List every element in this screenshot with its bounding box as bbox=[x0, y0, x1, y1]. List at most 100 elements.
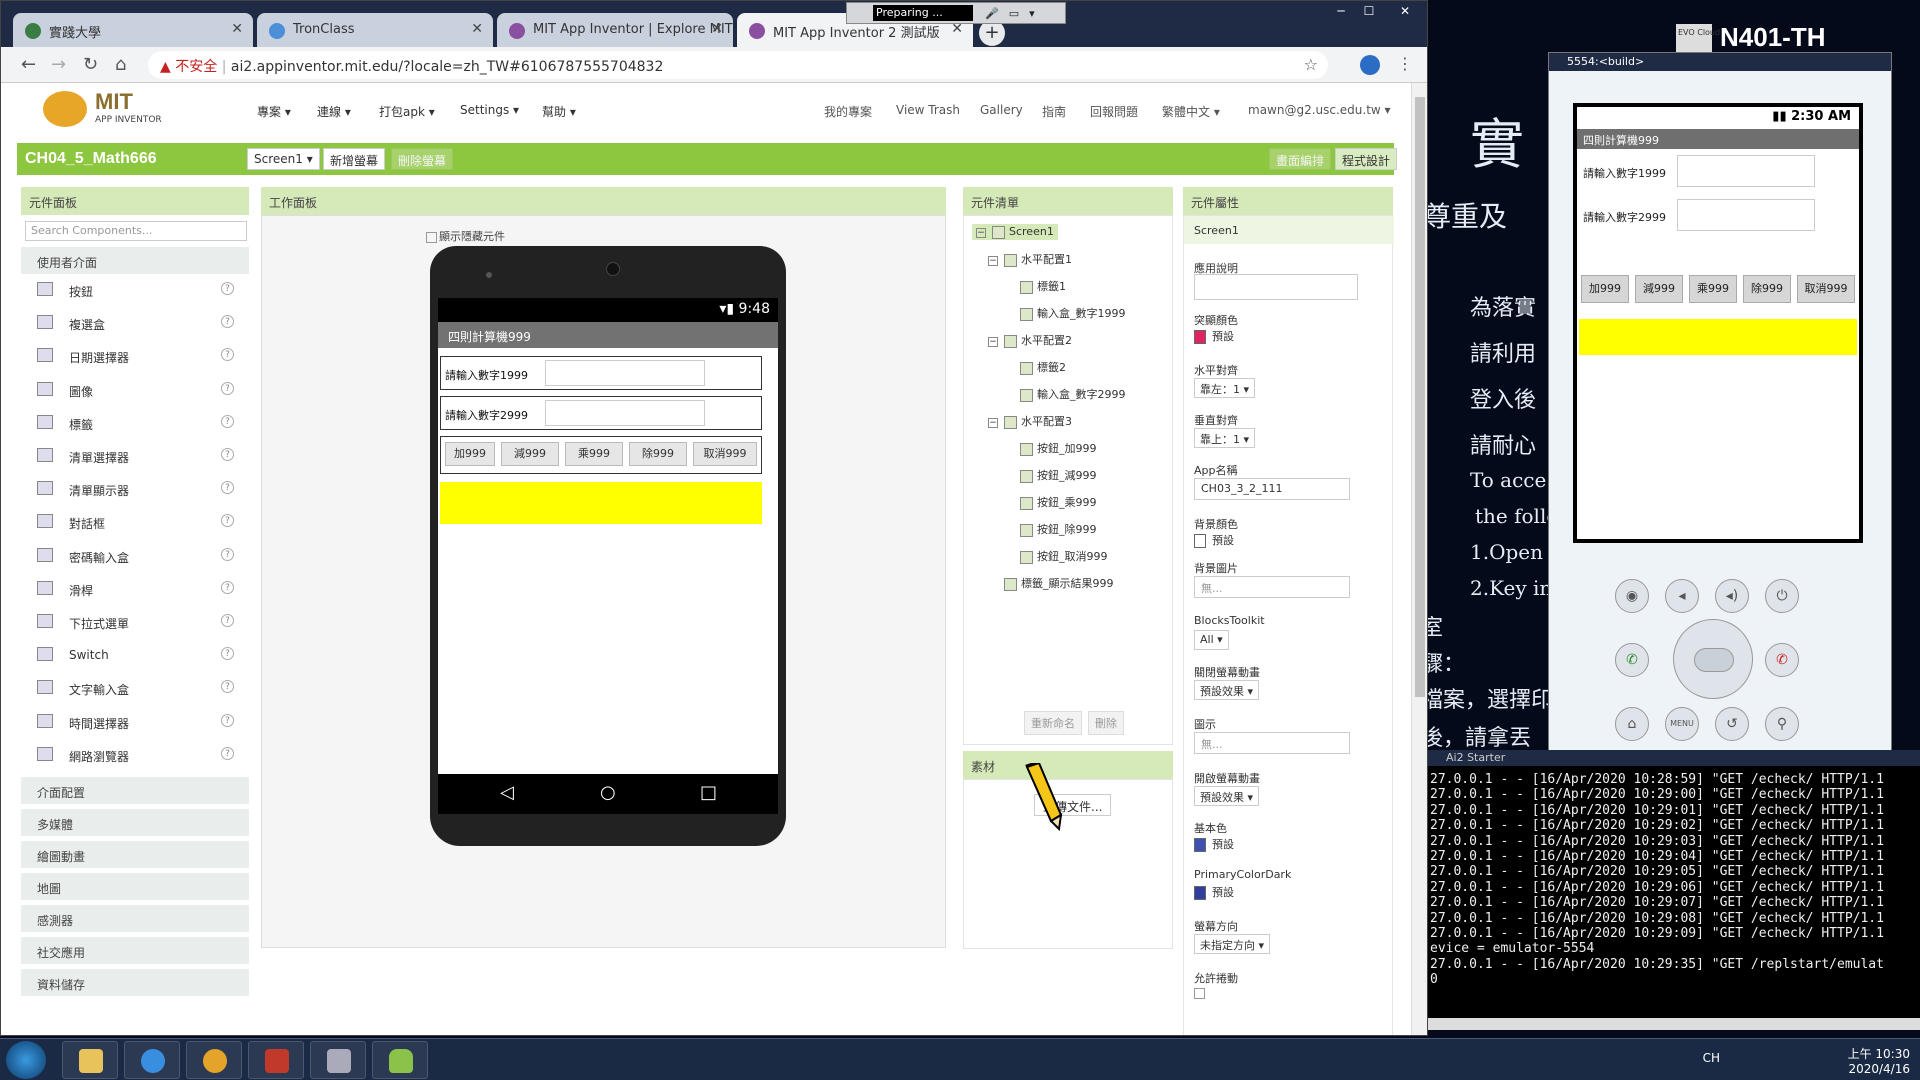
tree-node[interactable]: − Screen1 bbox=[972, 224, 1058, 240]
emulator-textbox-2[interactable] bbox=[1677, 199, 1815, 231]
tree-node[interactable]: 輸入盒_數字1999 bbox=[1020, 305, 1126, 321]
help-icon[interactable]: ? bbox=[221, 614, 234, 627]
emulator-screen[interactable]: ▮▮ 2:30 AM 四則計算機999 請輸入數字1999 請輸入數字2999 … bbox=[1573, 103, 1863, 543]
clock-date[interactable]: 2020/4/16 bbox=[1848, 1062, 1910, 1076]
palette-item[interactable]: 網路瀏覽器? bbox=[21, 742, 249, 769]
orientation-select[interactable]: 未指定方向 ▾ bbox=[1194, 934, 1271, 954]
tree-node[interactable]: − 水平配置3 bbox=[988, 413, 1072, 429]
designer-button[interactable]: 畫面編排 bbox=[1269, 148, 1332, 170]
palette-category[interactable]: 地圖 bbox=[21, 873, 249, 901]
camera-icon[interactable]: ▭ bbox=[1009, 7, 1019, 20]
button-divide[interactable]: 除999 bbox=[629, 442, 687, 466]
link-guide[interactable]: 指南 bbox=[1042, 103, 1066, 120]
chevron-down-icon[interactable]: ▾ bbox=[1029, 7, 1035, 20]
help-icon[interactable]: ? bbox=[221, 547, 234, 561]
profile-avatar[interactable] bbox=[1360, 55, 1380, 75]
help-icon[interactable]: ? bbox=[221, 282, 234, 295]
help-icon[interactable]: ? bbox=[221, 414, 234, 428]
tree-node[interactable]: 按鈕_加999 bbox=[1020, 440, 1097, 456]
palette-item[interactable]: 圖像? bbox=[21, 377, 249, 404]
account-dropdown[interactable]: mawn@g2.usc.edu.tw ▾ bbox=[1248, 103, 1391, 117]
textbox-number1[interactable] bbox=[545, 360, 705, 386]
chrome-taskbar-button[interactable] bbox=[186, 1041, 242, 1079]
tab-tronclass[interactable]: TronClass ✕ bbox=[257, 13, 493, 47]
help-icon[interactable]: ? bbox=[221, 514, 234, 528]
open-anim-select[interactable]: 預設效果 ▾ bbox=[1194, 786, 1260, 806]
reload-icon[interactable]: ↻ bbox=[83, 54, 98, 75]
emulator-textbox-1[interactable] bbox=[1677, 155, 1815, 187]
label-1[interactable]: 請輸入數字1999 bbox=[445, 367, 528, 383]
android-taskbar-button[interactable] bbox=[372, 1041, 428, 1079]
about-textarea[interactable] bbox=[1194, 274, 1358, 300]
maximize-icon[interactable]: ☐ bbox=[1355, 1, 1383, 21]
link-my-projects[interactable]: 我的專案 bbox=[824, 103, 872, 120]
home-key-icon[interactable]: ⌂ bbox=[1615, 707, 1649, 741]
palette-category[interactable]: 感測器 bbox=[21, 905, 249, 933]
horizontal-arrangement-1[interactable]: 請輸入數字1999 bbox=[440, 356, 762, 390]
dpad[interactable] bbox=[1673, 619, 1753, 699]
help-icon[interactable]: ? bbox=[221, 746, 234, 760]
back-arrow-icon[interactable]: ← bbox=[21, 54, 36, 75]
palette-item[interactable]: 複選盒? bbox=[21, 310, 249, 337]
tree-node[interactable]: − 水平配置2 bbox=[988, 332, 1072, 348]
explorer-taskbar-button[interactable] bbox=[62, 1041, 118, 1079]
appname-input[interactable]: CH03_3_2_111 bbox=[1194, 478, 1350, 500]
tab-explore-mit[interactable]: MIT App Inventor | Explore MIT ✕ bbox=[497, 13, 733, 47]
tree-node[interactable]: 標籤1 bbox=[1020, 278, 1066, 294]
primary-color-picker[interactable]: 預設 bbox=[1194, 836, 1234, 852]
menu-connect[interactable]: 連線 ▾ bbox=[317, 103, 351, 120]
bookmark-star-icon[interactable]: ☆ bbox=[1304, 55, 1318, 74]
button-add[interactable]: 加999 bbox=[445, 442, 495, 466]
phone-screen[interactable]: ▾▮ 9:48 四則計算機999 請輸入數字1999 請輸入數字2999 加99… bbox=[438, 298, 778, 774]
mit-logo[interactable]: MIT APP INVENTOR bbox=[43, 87, 193, 131]
scrollable-checkbox[interactable] bbox=[1194, 988, 1205, 999]
collapse-icon[interactable]: − bbox=[988, 256, 998, 266]
camera-key-icon[interactable]: ◉ bbox=[1615, 579, 1649, 613]
menu-kebab-icon[interactable]: ⋮ bbox=[1397, 54, 1413, 73]
volume-down-icon[interactable]: ◂ bbox=[1665, 579, 1699, 613]
close-icon[interactable]: ✕ bbox=[711, 21, 723, 37]
menu-key[interactable]: MENU bbox=[1665, 707, 1699, 741]
back-key-icon[interactable]: ↺ bbox=[1715, 707, 1749, 741]
help-icon[interactable]: ? bbox=[221, 680, 234, 694]
horizontal-arrangement-3[interactable]: 加999 減999 乘999 除999 取消999 bbox=[440, 436, 762, 474]
close-icon[interactable]: ✕ bbox=[231, 21, 243, 37]
palette-item[interactable]: 日期選擇器? bbox=[21, 343, 249, 370]
minimize-icon[interactable]: ─ bbox=[1327, 1, 1355, 21]
tree-node[interactable]: − 水平配置1 bbox=[988, 251, 1072, 267]
search-key-icon[interactable]: ⚲ bbox=[1765, 707, 1799, 741]
palette-item[interactable]: 下拉式選單? bbox=[21, 609, 249, 636]
icon-picker[interactable]: 無... bbox=[1194, 732, 1350, 754]
collapse-icon[interactable]: − bbox=[976, 228, 986, 238]
accent-color-picker[interactable]: 預設 bbox=[1194, 328, 1234, 344]
close-anim-select[interactable]: 預設效果 ▾ bbox=[1194, 680, 1260, 700]
button-subtract[interactable]: 減999 bbox=[501, 442, 559, 466]
remove-screen-button[interactable]: 刪除螢幕 bbox=[391, 148, 454, 170]
palette-item[interactable]: 時間選擇器? bbox=[21, 709, 249, 736]
tree-node[interactable]: 標籤2 bbox=[1020, 359, 1066, 375]
rename-button[interactable]: 重新命名 bbox=[1024, 711, 1082, 735]
screen-select[interactable]: Screen1 ▾ bbox=[247, 148, 320, 170]
menu-project[interactable]: 專案 ▾ bbox=[257, 103, 291, 120]
palette-category[interactable]: 繪圖動畫 bbox=[21, 841, 249, 869]
console-hscroll[interactable] bbox=[1428, 1018, 1920, 1030]
help-icon[interactable]: ? bbox=[221, 348, 234, 362]
acrobat-taskbar-button[interactable] bbox=[248, 1041, 304, 1079]
palette-item[interactable]: 清單顯示器? bbox=[21, 476, 249, 503]
palette-item[interactable]: 清單選擇器? bbox=[21, 443, 249, 470]
button-cancel[interactable]: 取消999 bbox=[693, 442, 757, 466]
help-icon[interactable]: ? bbox=[221, 381, 234, 395]
tree-node[interactable]: 按鈕_除999 bbox=[1020, 521, 1097, 537]
emulator-button-subtract[interactable]: 減999 bbox=[1635, 275, 1683, 303]
add-screen-button[interactable]: 新增螢幕 bbox=[323, 148, 386, 170]
tree-node[interactable]: 輸入盒_數字2999 bbox=[1020, 386, 1126, 402]
url-field[interactable]: ▲ 不安全 | ai2.appinventor.mit.edu/?locale=… bbox=[148, 51, 1328, 79]
tab-usc[interactable]: 實踐大學 ✕ bbox=[13, 13, 253, 47]
palette-item[interactable]: 文字輸入盒? bbox=[21, 675, 249, 702]
blocks-toolkit-select[interactable]: All ▾ bbox=[1194, 630, 1229, 650]
palette-item[interactable]: 滑桿? bbox=[21, 576, 249, 603]
tree-node[interactable]: 按鈕_減999 bbox=[1020, 467, 1097, 483]
end-call-icon[interactable]: ✆ bbox=[1765, 643, 1799, 677]
palette-category[interactable]: 社交應用 bbox=[21, 937, 249, 965]
label-2[interactable]: 請輸入數字2999 bbox=[445, 407, 528, 423]
